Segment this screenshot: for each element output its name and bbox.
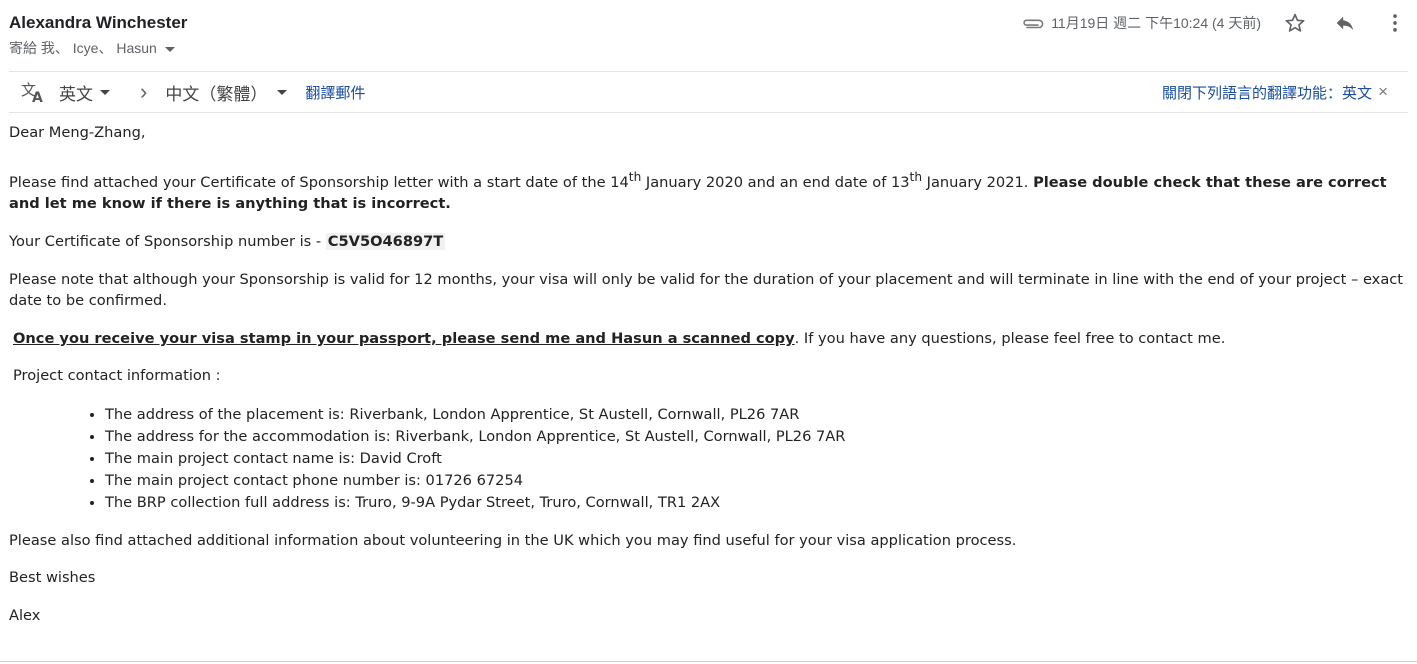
text: . If you have any questions, please feel… — [794, 329, 1226, 347]
text: Please find attached your Certificate of… — [9, 173, 629, 191]
list-item: The BRP collection full address is: Trur… — [105, 492, 1409, 514]
target-language-select[interactable]: 中文（繁體） — [165, 80, 288, 105]
greeting: Dear Meng-Zhang, — [9, 124, 146, 141]
divider — [0, 661, 1417, 662]
reply-button[interactable] — [1333, 11, 1357, 35]
chevron-right-icon: › — [140, 79, 148, 104]
cos-number: C5V5O46897T — [325, 232, 446, 250]
email-body: Dear Meng-Zhang, Please find attached yo… — [9, 121, 1409, 626]
ordinal-suffix: th — [628, 170, 642, 184]
stamp-instruction: Once you receive your visa stamp in your… — [13, 329, 795, 347]
signature: Alex — [9, 606, 41, 624]
signoff: Best wishes — [9, 568, 96, 586]
paragraph-additional-info: Please also find attached additional inf… — [9, 531, 1017, 549]
ordinal-suffix: th — [909, 170, 923, 184]
translate-bar: 文 A 英文 › 中文（繁體） 翻譯郵件 關閉下列語言的翻譯功能：英文 × — [9, 71, 1408, 113]
email-header: Alexandra Winchester 寄給 我、 Icye、 Hasun 1… — [0, 0, 1417, 72]
chevron-down-icon — [100, 89, 110, 95]
sender-name[interactable]: Alexandra Winchester — [9, 13, 187, 33]
cos-label: Your Certificate of Sponsorship number i… — [9, 232, 326, 250]
list-item: The main project contact phone number is… — [105, 470, 1409, 492]
disable-translation-link[interactable]: 關閉下列語言的翻譯功能：英文 — [1162, 82, 1372, 103]
star-icon — [1285, 13, 1305, 32]
paragraph-certificate: Please find attached your Certificate of… — [9, 167, 1409, 214]
text: January 2020 and an end date of 13 — [641, 173, 910, 191]
translate-icon: 文 A — [21, 81, 43, 104]
more-options-button[interactable] — [1383, 11, 1407, 35]
more-vert-icon — [1393, 14, 1397, 32]
paragraph-visa-validity: Please note that although your Sponsorsh… — [9, 270, 1404, 309]
source-language-select[interactable]: 英文 — [59, 80, 110, 105]
disable-translation: 關閉下列語言的翻譯功能：英文 × — [1162, 72, 1388, 112]
svg-text:A: A — [32, 90, 43, 104]
close-icon[interactable]: × — [1378, 82, 1388, 102]
paragraph-stamp-request: Once you receive your visa stamp in your… — [9, 328, 1409, 349]
message-date: 11月19日 週二 下午10:24 (4 天前) — [1051, 15, 1261, 31]
recipients-dropdown[interactable]: 寄給 我、 Icye、 Hasun — [9, 38, 175, 58]
list-item: The main project contact name is: David … — [105, 448, 1409, 470]
source-language-label: 英文 — [59, 84, 93, 104]
recipients-text: 寄給 我、 Icye、 Hasun — [9, 40, 157, 56]
target-language-label: 中文（繁體） — [165, 84, 268, 104]
text: January 2021. — [922, 173, 1034, 191]
translate-message-link[interactable]: 翻譯郵件 — [305, 82, 365, 103]
chevron-down-icon — [277, 89, 288, 95]
reply-icon — [1336, 16, 1354, 31]
translate-controls: 文 A 英文 › 中文（繁體） 翻譯郵件 — [21, 72, 365, 112]
star-button[interactable] — [1283, 11, 1307, 35]
paperclip-icon — [1023, 19, 1044, 29]
list-item: The address for the accommodation is: Ri… — [105, 426, 1409, 448]
list-item: The address of the placement is: Riverba… — [105, 404, 1409, 426]
paragraph-cos-number: Your Certificate of Sponsorship number i… — [9, 231, 1409, 252]
message-meta: 11月19日 週二 下午10:24 (4 天前) — [1021, 8, 1417, 38]
contact-info-heading: Project contact information : — [13, 366, 221, 384]
contact-info-list: The address of the placement is: Riverba… — [9, 404, 1409, 514]
chevron-down-icon — [164, 46, 175, 52]
